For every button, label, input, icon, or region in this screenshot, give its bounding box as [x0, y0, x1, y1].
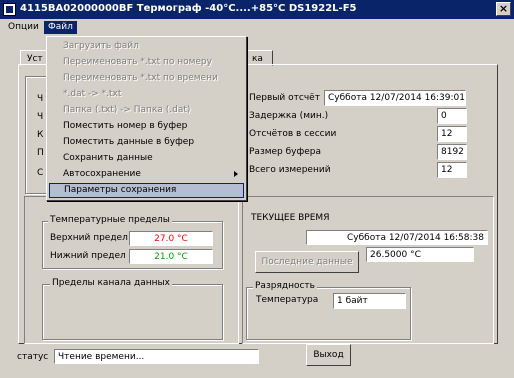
menu-bar: Опции Файл	[0, 19, 514, 36]
left-label-5: С	[37, 168, 44, 178]
menu-item-dat-to-txt[interactable]: *.dat -> *.txt	[49, 87, 244, 102]
left-label-4: П	[37, 148, 44, 158]
status-label: статус	[17, 352, 49, 362]
menu-item-autosave[interactable]: Автосохранение	[49, 167, 244, 182]
delay-label: Задержка (мин.)	[249, 111, 329, 121]
buffer-label: Размер буфера	[249, 147, 321, 157]
exit-button[interactable]: Выход	[306, 344, 351, 366]
title-bar: 4115BA02000000BF Термограф -40°C....+85°…	[0, 0, 514, 19]
file-menu-dropdown: Загрузить файл Переименовать *.txt по но…	[46, 36, 247, 201]
menu-item-rename-by-number[interactable]: Переименовать *.txt по номеру	[49, 55, 244, 70]
readings-field: 12	[437, 126, 467, 142]
resolution-title: Разрядность	[253, 281, 317, 291]
channel-limits-title: Пределы канала данных	[50, 278, 172, 288]
first-reading-label: Первый отсчёт	[249, 93, 320, 103]
last-data-button[interactable]: Последние данные	[255, 251, 359, 273]
first-reading-field: Суббота 12/07/2014 16:39:01	[324, 90, 466, 106]
current-time-field: Суббота 12/07/2014 16:58:38	[306, 230, 488, 245]
menu-item-copy-data[interactable]: Поместить данные в буфер	[49, 135, 244, 150]
left-label-3: К	[37, 130, 44, 140]
delay-field[interactable]: 0	[437, 108, 467, 124]
buffer-field: 8192	[437, 144, 467, 160]
menu-options[interactable]: Опции	[4, 21, 43, 34]
lower-limit-label: Нижний предел	[50, 251, 126, 261]
menu-item-rename-by-time[interactable]: Переименовать *.txt по времени	[49, 71, 244, 86]
autosave-label: Автосохранение	[63, 169, 141, 179]
menu-item-copy-number[interactable]: Поместить номер в буфер	[49, 119, 244, 134]
left-label-1: Ч	[37, 94, 44, 104]
menu-item-save-settings[interactable]: Параметры сохранения	[49, 183, 244, 198]
resolution-temp-field: 1 байт	[333, 293, 406, 309]
app-icon	[3, 3, 16, 16]
status-field: Чтение времени...	[54, 349, 259, 364]
menu-item-save-data[interactable]: Сохранить данные	[49, 151, 244, 166]
menu-item-folder-convert[interactable]: Папка (.txt) -> Папка (.dat)	[49, 103, 244, 118]
menu-item-load-file[interactable]: Загрузить файл	[49, 39, 244, 54]
temp-limits-title: Температурные пределы	[48, 215, 172, 225]
current-time-title: ТЕКУЩЕЕ ВРЕМЯ	[251, 213, 330, 223]
lower-limit-field: 21.0 °C	[129, 249, 213, 264]
readings-label: Отсчётов в сессии	[249, 129, 337, 139]
upper-limit-field: 27.0 °C	[129, 231, 213, 246]
menu-file[interactable]: Файл	[44, 21, 77, 34]
submenu-arrow-icon	[234, 171, 238, 177]
close-button[interactable]: ×	[496, 2, 511, 16]
current-temp-field: 26.5000 °C	[366, 247, 474, 262]
channel-limits-group	[42, 284, 223, 340]
total-field: 12	[437, 162, 467, 178]
window-title: 4115BA02000000BF Термограф -40°C....+85°…	[20, 3, 357, 14]
left-label-2: Ч	[37, 112, 44, 122]
total-label: Всего измерений	[249, 165, 331, 175]
resolution-temp-label: Температура	[256, 295, 319, 305]
upper-limit-label: Верхний предел	[50, 233, 128, 243]
